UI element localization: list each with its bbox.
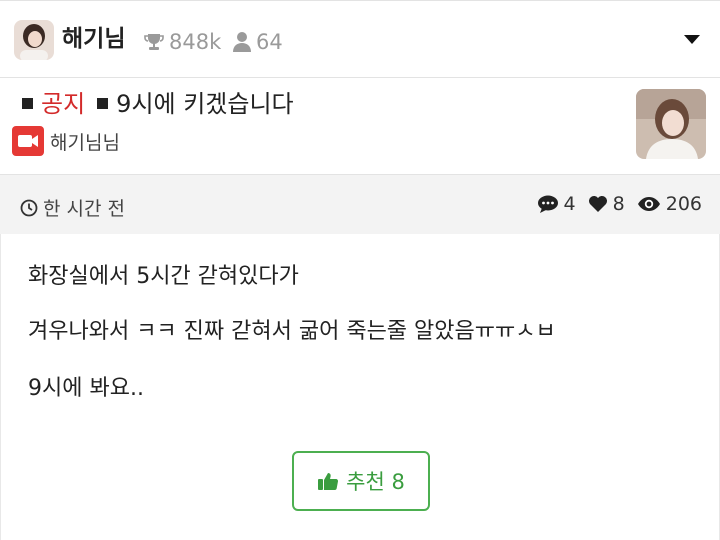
post-time-text: 한 시간 전 xyxy=(43,198,125,220)
views-count: 206 xyxy=(665,193,702,215)
channel-avatar[interactable] xyxy=(14,20,54,60)
comment-icon xyxy=(537,195,558,213)
heart-icon xyxy=(588,196,607,212)
body-line: 겨우나와서 ㅋㅋ 진짜 갇혀서 굶어 죽는줄 알았음ㅠㅠㅅㅂ xyxy=(28,319,556,344)
post-time: 한 시간 전 xyxy=(20,194,125,221)
body-line: 화장실에서 5시간 갇혀있다가 xyxy=(28,264,299,289)
post-meta-bar: 한 시간 전 4 8 206 xyxy=(0,174,720,234)
member-count: 64 xyxy=(256,30,283,54)
recommend-label: 추천 8 xyxy=(346,470,405,494)
post-title[interactable]: 공지 9시에 키겠습니다 xyxy=(22,88,294,120)
thumbs-up-icon xyxy=(318,473,339,491)
post-title-text: 9시에 키겠습니다 xyxy=(116,90,294,118)
body-line: 9시에 봐요.. xyxy=(28,376,144,401)
likes-stat[interactable]: 8 xyxy=(588,193,625,215)
post-author[interactable]: 해기님님 xyxy=(12,126,120,156)
user-icon xyxy=(233,32,251,52)
likes-count: 8 xyxy=(612,193,625,215)
trophy-icon xyxy=(144,34,164,50)
notice-tag: 공지 xyxy=(41,90,86,118)
post-thumbnail[interactable] xyxy=(636,89,706,159)
comments-stat[interactable]: 4 xyxy=(537,193,576,215)
author-name: 해기님님 xyxy=(50,131,120,154)
comments-count: 4 xyxy=(563,193,576,215)
trophy-stat: 848k xyxy=(143,29,221,55)
views-stat: 206 xyxy=(637,193,702,215)
eye-icon xyxy=(637,197,660,211)
clock-icon xyxy=(20,199,38,216)
channel-header: 해기님 848k 64 xyxy=(0,0,720,78)
member-stat: 64 xyxy=(232,29,283,55)
video-camera-icon xyxy=(12,126,44,156)
channel-name[interactable]: 해기님 xyxy=(62,23,125,55)
square-bullet-icon xyxy=(97,97,109,109)
caret-down-icon[interactable] xyxy=(684,35,700,44)
recommend-button[interactable]: 추천 8 xyxy=(292,451,430,511)
trophy-count: 848k xyxy=(169,30,222,54)
post-stats: 4 8 206 xyxy=(525,193,702,215)
square-bullet-icon xyxy=(22,97,33,109)
